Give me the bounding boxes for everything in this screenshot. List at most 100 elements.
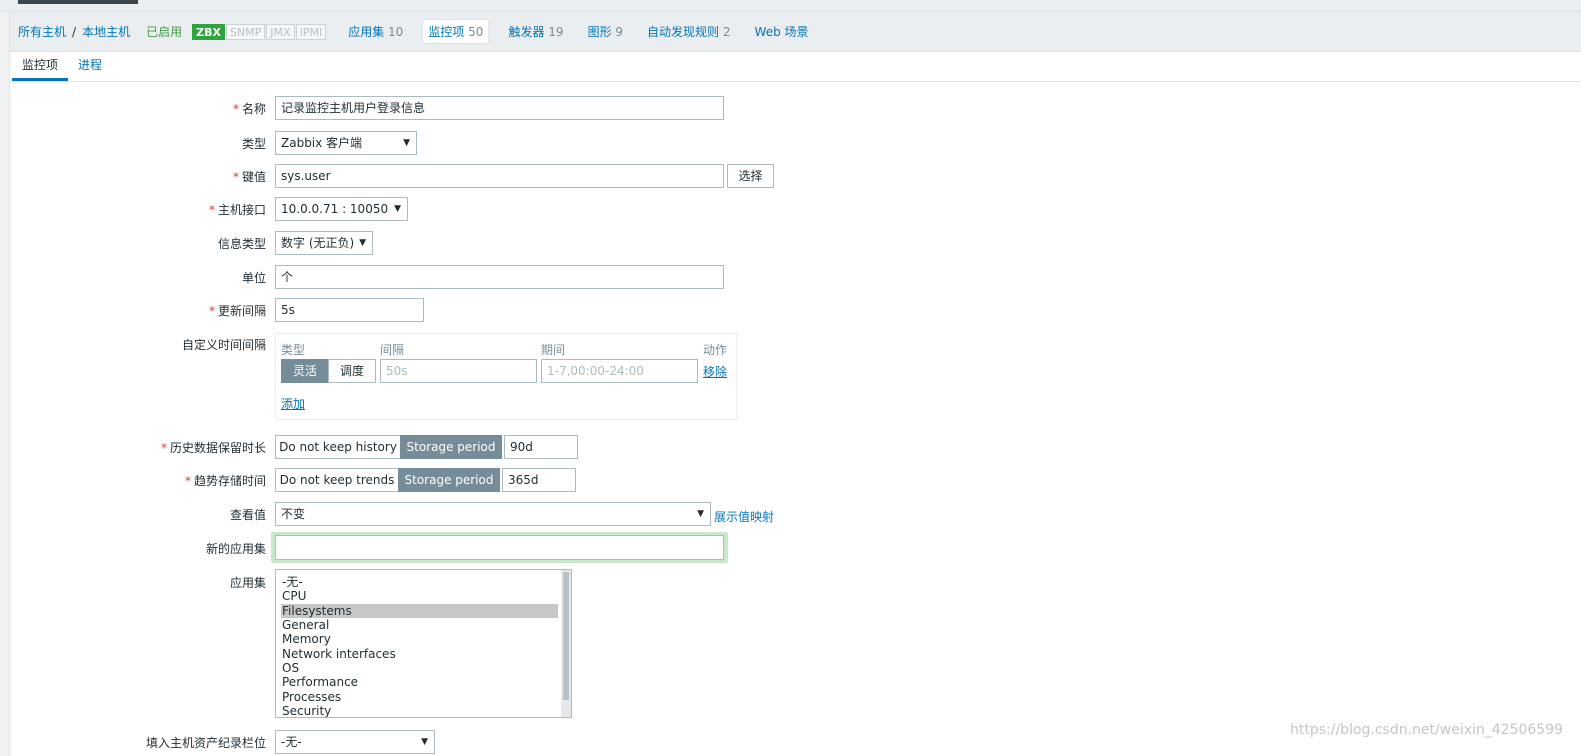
trends-do-not-keep[interactable]: Do not keep trends (275, 468, 399, 492)
applications-listbox[interactable]: -无- CPU Filesystems General Memory Netwo… (275, 569, 572, 718)
intervals-header-action: 动作 (703, 343, 728, 357)
new-application-input[interactable] (275, 535, 724, 560)
interval-type-flexible[interactable]: 灵活 (281, 359, 329, 383)
new-application-label: 新的应用集 (205, 542, 266, 556)
custom-intervals-table: 类型 间隔 期间 动作 灵活 调度 50s 1-7,00:00-24:00 移除… (275, 333, 737, 420)
breadcrumb-host[interactable]: 本地主机 (82, 23, 130, 40)
units-label: 单位 (241, 271, 266, 285)
required-mark: * (208, 304, 215, 318)
history-period-input[interactable]: 90d (504, 435, 578, 459)
period-input[interactable]: 1-7,00:00-24:00 (541, 359, 698, 383)
intervals-header-period: 期间 (541, 343, 566, 357)
nav-applications-label: 应用集 (348, 25, 385, 39)
key-select-button[interactable]: 选择 (727, 164, 774, 188)
nav-triggers-count: 19 (548, 25, 564, 39)
application-option-cpu[interactable]: CPU (281, 589, 558, 603)
required-mark: * (184, 474, 191, 488)
chevron-down-icon: ▼ (394, 204, 401, 214)
required-mark: * (208, 203, 215, 217)
key-label-text: 键值 (241, 170, 266, 184)
interval-type-scheduling[interactable]: 调度 (328, 359, 376, 383)
nav-triggers[interactable]: 触发器 19 (503, 20, 568, 43)
key-label: * 键值 (233, 168, 266, 185)
application-option-filesystems[interactable]: Filesystems (281, 604, 558, 618)
type-select[interactable]: Zabbix 客户端 ▼ (275, 131, 417, 155)
interface-label: * 主机接口 (209, 201, 266, 218)
form-tabs: 监控项 进程 (10, 52, 1581, 82)
application-option-security[interactable]: Security (281, 704, 558, 717)
type-select-value: Zabbix 客户端 (281, 136, 363, 150)
interface-select-value: 10.0.0.71 : 10050 (281, 202, 389, 216)
history-storage-period[interactable]: Storage period (400, 435, 502, 459)
nav-items-count: 50 (468, 25, 484, 39)
nav-applications[interactable]: 应用集 10 (343, 20, 408, 43)
chevron-down-icon: ▼ (403, 138, 410, 148)
name-input[interactable]: 记录监控主机用户登录信息 (275, 96, 724, 120)
chevron-down-icon: ▼ (697, 509, 704, 519)
application-option-none[interactable]: -无- (281, 575, 558, 589)
breadcrumb-all-hosts[interactable]: 所有主机 (18, 23, 66, 40)
top-strip (0, 0, 1581, 12)
chevron-down-icon: ▼ (421, 737, 428, 747)
nav-applications-count: 10 (388, 25, 404, 39)
interval-add-link[interactable]: 添加 (281, 395, 305, 412)
history-do-not-keep[interactable]: Do not keep history (275, 435, 401, 459)
application-option-performance[interactable]: Performance (281, 675, 558, 689)
nav-discovery-rules[interactable]: 自动发现规则 2 (642, 20, 735, 43)
nav-graphs-count: 9 (615, 25, 624, 39)
units-input[interactable]: 个 (275, 265, 724, 289)
application-option-processes[interactable]: Processes (281, 690, 558, 704)
intervals-header-interval: 间隔 (380, 343, 405, 357)
interface-select[interactable]: 10.0.0.71 : 10050 ▼ (275, 197, 408, 221)
trends-label: * 趋势存储时间 (185, 472, 266, 489)
chevron-down-icon: ▼ (359, 238, 366, 248)
show-value-select[interactable]: 不变 ▼ (275, 502, 711, 526)
show-value-select-value: 不变 (281, 507, 306, 521)
nav-web-label: Web 场景 (754, 25, 809, 39)
top-strip-bar (18, 0, 138, 4)
name-label-text: 名称 (241, 102, 266, 116)
key-input[interactable]: sys.user (275, 164, 724, 188)
application-option-general[interactable]: General (281, 618, 558, 632)
host-status-enabled[interactable]: 已启用 (146, 23, 182, 40)
ipmi-badge: IPMI (295, 23, 327, 40)
applications-label: 应用集 (229, 576, 266, 590)
trends-period-input[interactable]: 365d (502, 468, 576, 492)
applications-scrollbar[interactable] (561, 570, 571, 717)
jmx-badge: JMX (266, 23, 295, 40)
update-interval-input[interactable]: 5s (275, 298, 424, 322)
required-mark: * (232, 170, 239, 184)
application-option-memory[interactable]: Memory (281, 632, 558, 646)
application-option-os[interactable]: OS (281, 661, 558, 675)
inventory-select-value: -无- (281, 735, 302, 749)
tab-preprocessing[interactable]: 进程 (68, 52, 112, 81)
inventory-label: 填入主机资产纪录栏位 (145, 736, 266, 750)
application-option-network-interfaces[interactable]: Network interfaces (281, 647, 558, 661)
interface-label-text: 主机接口 (217, 203, 266, 217)
nav-graphs[interactable]: 图形 9 (583, 20, 628, 43)
interval-remove-link[interactable]: 移除 (703, 363, 727, 380)
watermark: https://blog.csdn.net/weixin_42506599 (1290, 722, 1564, 738)
info-type-select[interactable]: 数字 (无正负) ▼ (275, 231, 373, 255)
scrollbar-thumb[interactable] (563, 572, 569, 700)
interval-input[interactable]: 50s (380, 359, 537, 383)
info-type-select-value: 数字 (无正负) (281, 236, 355, 250)
snmp-badge: SNMP (225, 23, 266, 40)
nav-web-scenarios[interactable]: Web 场景 (750, 20, 814, 43)
show-value-label: 查看值 (229, 508, 266, 522)
tab-item[interactable]: 监控项 (12, 52, 69, 81)
nav-discovery-label: 自动发现规则 (647, 25, 720, 39)
nav-discovery-count: 2 (722, 25, 731, 39)
zbx-badge: ZBX (192, 23, 225, 40)
nav-items[interactable]: 监控项 50 (422, 19, 490, 44)
host-navigation: 所有主机 / 本地主机 已启用 ZBX SNMP JMX IPMI 应用集 10… (10, 12, 1581, 52)
trends-storage-period[interactable]: Storage period (398, 468, 500, 492)
update-interval-label: * 更新间隔 (209, 302, 266, 319)
inventory-select[interactable]: -无- ▼ (275, 730, 435, 754)
nav-triggers-label: 触发器 (508, 25, 545, 39)
nav-graphs-label: 图形 (587, 25, 612, 39)
show-value-mappings-link[interactable]: 展示值映射 (714, 508, 774, 525)
trends-label-text: 趋势存储时间 (193, 474, 266, 488)
info-type-label: 信息类型 (217, 237, 266, 251)
intervals-header-type: 类型 (281, 343, 306, 357)
